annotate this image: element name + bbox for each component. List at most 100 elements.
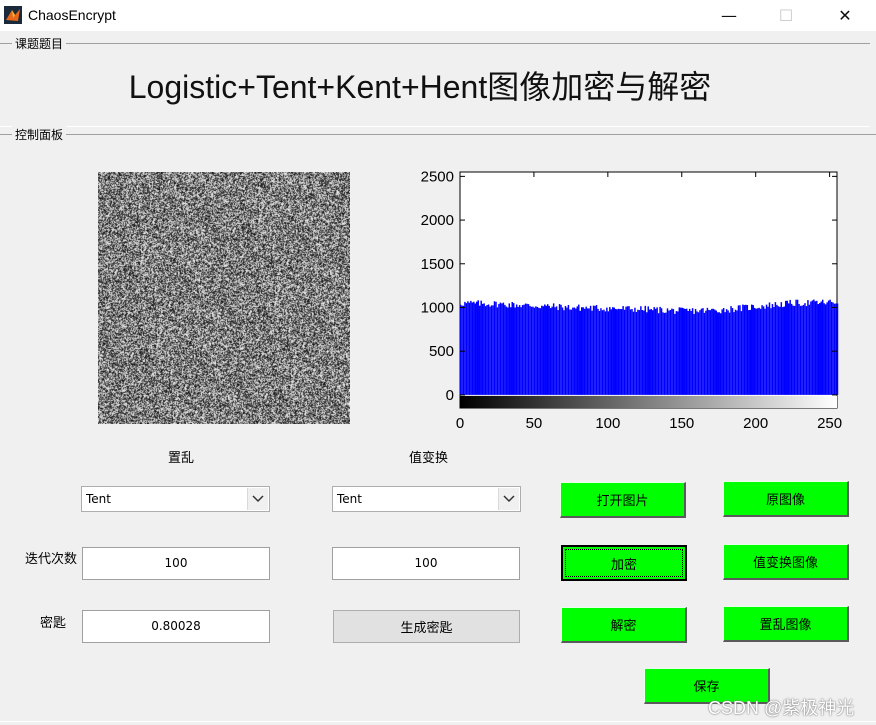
histogram-bar: [592, 305, 595, 395]
histogram-bar: [597, 308, 599, 395]
histogram-bar: [659, 306, 661, 395]
histogram-bar: [805, 306, 808, 395]
histogram-bar: [776, 304, 778, 395]
histogram-bar: [687, 310, 689, 395]
minimize-button[interactable]: —: [706, 0, 752, 31]
histogram-bar: [810, 301, 812, 395]
histogram-bar: [753, 307, 756, 395]
right-iterations-field[interactable]: 100: [332, 547, 520, 580]
histogram-bar: [717, 312, 719, 395]
histogram-bar: [770, 308, 772, 395]
histogram-bar: [709, 310, 712, 395]
histogram-bar: [478, 305, 481, 395]
histogram-bar: [678, 307, 681, 395]
histogram-bar: [626, 306, 629, 395]
histogram-bar: [756, 308, 759, 395]
histogram-bar: [631, 309, 633, 395]
histogram-bar: [654, 308, 657, 395]
chevron-down-icon[interactable]: [498, 488, 519, 510]
histogram-bar: [688, 308, 691, 395]
scramble-image-button[interactable]: 置乱图像: [723, 606, 849, 642]
left-algorithm-select[interactable]: Tent: [81, 486, 270, 512]
key-field[interactable]: 0.80028: [82, 610, 270, 643]
histogram-bar: [502, 302, 505, 395]
histogram-bar: [746, 305, 749, 395]
histogram-bar: [783, 306, 786, 395]
left-iterations-field[interactable]: 100: [82, 547, 270, 580]
title-bar: ChaosEncrypt — ☐ ✕: [0, 0, 876, 31]
encrypt-button[interactable]: 加密: [561, 545, 687, 581]
histogram-bar: [799, 305, 802, 395]
histogram-bar: [541, 305, 543, 395]
histogram-bar: [569, 309, 571, 395]
histogram-bar: [743, 305, 746, 395]
chevron-down-icon[interactable]: [247, 488, 268, 510]
histogram-bar: [493, 301, 496, 395]
histogram-bar: [603, 309, 605, 395]
histogram-bar: [530, 306, 533, 395]
histogram-bar: [786, 300, 788, 395]
value-transform-image-button[interactable]: 值变换图像: [723, 544, 849, 580]
open-image-button[interactable]: 打开图片: [560, 482, 686, 518]
close-button[interactable]: ✕: [822, 0, 868, 31]
histogram-bar: [594, 305, 596, 395]
control-panel-label: 控制面板: [12, 126, 67, 143]
histogram-bar: [566, 307, 568, 395]
histogram-bar: [827, 300, 830, 395]
histogram-bar: [495, 301, 497, 395]
histogram-bar: [609, 307, 611, 395]
histogram-bar: [476, 301, 478, 395]
original-image-button[interactable]: 原图像: [723, 481, 849, 517]
histogram-bar: [473, 301, 475, 395]
histogram-bar: [656, 307, 658, 395]
histogram-bar: [663, 312, 666, 395]
histogram-bar: [646, 312, 648, 395]
histogram-bar: [795, 299, 797, 395]
histogram-bar: [474, 303, 477, 395]
histogram-bar: [804, 303, 806, 395]
maximize-button[interactable]: ☐: [763, 0, 809, 31]
histogram-bar: [782, 307, 784, 395]
histogram-bar: [727, 310, 729, 395]
histogram-bar: [821, 299, 824, 395]
histogram-bar: [817, 304, 820, 395]
decrypt-button[interactable]: 解密: [561, 607, 687, 643]
histogram-bar: [601, 310, 604, 395]
histogram-bar: [785, 300, 787, 395]
x-tick-label: 50: [526, 415, 543, 432]
histogram-bar: [578, 304, 580, 395]
histogram-bar: [819, 303, 821, 395]
histogram-bar: [524, 303, 527, 395]
histogram-bar: [507, 307, 509, 395]
left-select-value: Tent: [86, 492, 111, 506]
generate-key-button[interactable]: 生成密匙: [333, 610, 520, 643]
histogram-bar: [823, 303, 825, 395]
histogram-bar: [518, 305, 521, 395]
histogram-bar: [632, 311, 635, 395]
histogram-bar: [604, 311, 607, 395]
histogram-bar: [820, 301, 822, 395]
histogram-bar: [802, 304, 805, 395]
histogram-chart: 0 500 1000 1500 2000 2500 0 50 100 150 200 250: [421, 168, 842, 432]
histogram-bar: [718, 312, 720, 395]
right-algorithm-select[interactable]: Tent: [332, 486, 521, 512]
histogram-bar: [649, 309, 651, 395]
histogram-bar: [551, 306, 553, 395]
histogram-bar: [628, 306, 630, 395]
histogram-bar: [492, 305, 494, 395]
histogram-bar: [801, 305, 803, 395]
histogram-bar: [620, 309, 623, 395]
histogram-bar: [498, 304, 500, 395]
histogram-bar: [591, 310, 593, 395]
histogram-bar: [647, 306, 649, 395]
histogram-bar: [745, 304, 747, 395]
window-title: ChaosEncrypt: [28, 7, 116, 23]
histogram-bar: [666, 308, 669, 395]
histogram-bar: [752, 305, 754, 395]
histogram-bar: [714, 309, 716, 395]
histogram-bar: [730, 306, 732, 395]
histogram-bar: [575, 308, 577, 395]
scrambled-image: [98, 172, 350, 424]
histogram-bar: [619, 308, 621, 395]
histogram-bar: [737, 305, 740, 395]
